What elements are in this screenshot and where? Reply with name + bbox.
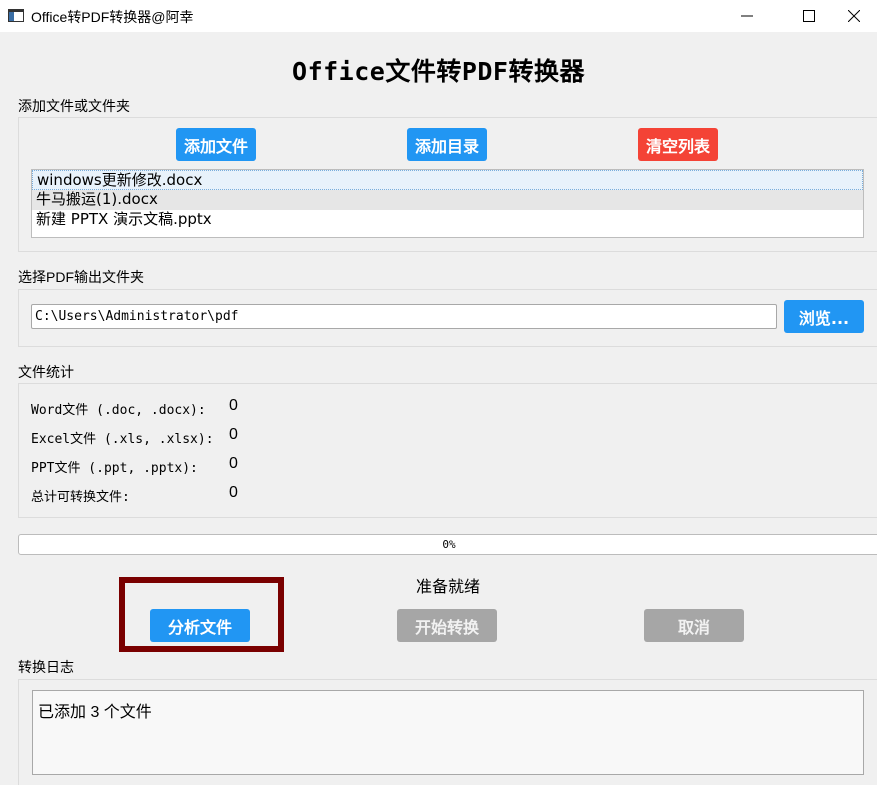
word-count-label: Word文件 (.doc, .docx):	[31, 403, 206, 418]
title-bar: Office转PDF转换器@阿幸	[0, 0, 877, 32]
close-button[interactable]	[831, 0, 877, 32]
word-count-value: 0	[229, 397, 238, 414]
ppt-count-value: 0	[229, 455, 238, 472]
file-list[interactable]: windows更新修改.docx 牛马搬运(1).docx 新建 PPTX 演示…	[31, 169, 864, 238]
clear-list-button[interactable]: 清空列表	[638, 128, 718, 161]
excel-count-label: Excel文件 (.xls, .xlsx):	[31, 432, 214, 447]
minimize-button[interactable]	[724, 0, 770, 32]
progress-bar: 0%	[18, 534, 877, 555]
add-file-button[interactable]: 添加文件	[176, 128, 256, 161]
stats-section-label: 文件统计	[18, 364, 74, 380]
close-icon	[848, 10, 860, 22]
output-section-label: 选择PDF输出文件夹	[18, 269, 144, 285]
maximize-button[interactable]	[786, 0, 832, 32]
total-count-value: 0	[229, 484, 238, 501]
maximize-icon	[803, 10, 815, 22]
log-section-label: 转换日志	[18, 659, 74, 675]
add-directory-button[interactable]: 添加目录	[407, 128, 487, 161]
list-item[interactable]: 牛马搬运(1).docx	[32, 190, 863, 210]
log-textarea[interactable]: 已添加 3 个文件	[32, 690, 864, 775]
window-app-icon	[8, 9, 24, 22]
cancel-button[interactable]: 取消	[644, 609, 744, 642]
list-item[interactable]: 新建 PPTX 演示文稿.pptx	[32, 210, 863, 230]
window-title: Office转PDF转换器@阿幸	[31, 9, 194, 25]
list-item[interactable]: windows更新修改.docx	[32, 170, 863, 190]
output-path-input[interactable]: C:\Users\Administrator\pdf	[31, 304, 777, 329]
page-title: Office文件转PDF转换器	[292, 57, 585, 86]
add-section-label: 添加文件或文件夹	[18, 98, 130, 114]
start-conversion-button[interactable]: 开始转换	[397, 609, 497, 642]
analyze-button[interactable]: 分析文件	[150, 609, 250, 642]
total-count-label: 总计可转换文件:	[31, 490, 130, 505]
browse-button[interactable]: 浏览...	[784, 300, 864, 333]
progress-text: 0%	[442, 538, 456, 551]
excel-count-value: 0	[229, 426, 238, 443]
minimize-icon	[741, 15, 753, 17]
ppt-count-label: PPT文件 (.ppt, .pptx):	[31, 461, 198, 476]
